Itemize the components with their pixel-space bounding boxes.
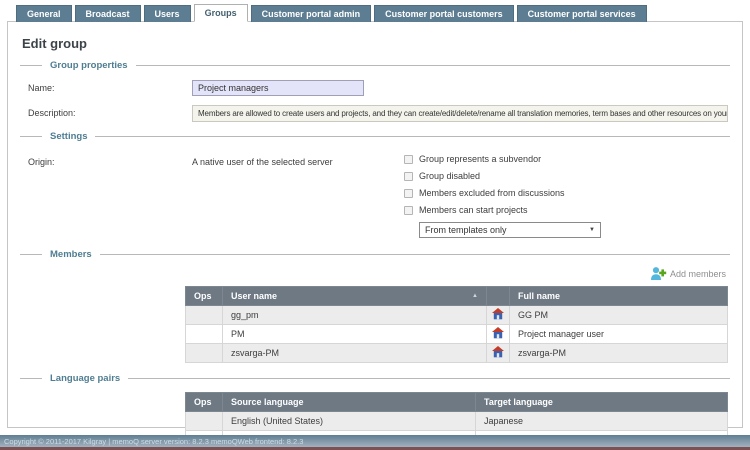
name-row: Name: — [28, 80, 730, 96]
tab-users[interactable]: Users — [144, 5, 191, 22]
checkbox-row-subvendor: Group represents a subvendor — [404, 154, 730, 164]
name-label: Name: — [28, 80, 192, 93]
full-name-cell: zsvarga-PM — [510, 344, 728, 363]
user-name-header-label: User name — [231, 291, 277, 301]
ops-header: Ops — [186, 393, 223, 412]
group-name-input[interactable] — [192, 80, 364, 96]
start-projects-select[interactable]: From templates only ▼ — [419, 222, 601, 238]
checkbox-label: Group disabled — [419, 171, 480, 181]
full-name-header[interactable]: Full name — [510, 287, 728, 306]
edit-group-panel: Edit group Group properties Name: Descri… — [7, 21, 743, 428]
language-pair-row[interactable]: English (United States) Japanese — [186, 412, 728, 431]
members-excluded-checkbox[interactable] — [404, 189, 413, 198]
section-language-pairs: Language pairs — [20, 373, 730, 384]
member-row[interactable]: gg_pm GG PM — [186, 306, 728, 325]
members-table-wrap: Ops User name ▲ Full name gg_pm — [185, 286, 728, 363]
ops-header: Ops — [186, 287, 223, 306]
section-settings: Settings — [20, 131, 730, 142]
description-label: Description: — [28, 105, 192, 118]
section-divider — [20, 136, 42, 137]
tab-customer-portal-admin[interactable]: Customer portal admin — [251, 5, 372, 22]
section-divider — [20, 254, 42, 255]
ops-cell — [186, 344, 223, 363]
section-group-properties: Group properties — [20, 60, 730, 71]
source-language-cell: English (United States) — [223, 412, 476, 431]
section-members: Members — [20, 249, 730, 260]
user-name-cell: gg_pm — [223, 306, 487, 325]
checkbox-label: Members excluded from discussions — [419, 188, 565, 198]
user-name-cell: PM — [223, 325, 487, 344]
tab-customer-portal-services[interactable]: Customer portal services — [517, 5, 647, 22]
section-divider — [20, 65, 42, 66]
member-row[interactable]: PM Project manager user — [186, 325, 728, 344]
checkbox-label: Group represents a subvendor — [419, 154, 541, 164]
member-row[interactable]: zsvarga-PM zsvarga-PM — [186, 344, 728, 363]
checkbox-row-discussions: Members excluded from discussions — [404, 188, 730, 198]
group-disabled-checkbox[interactable] — [404, 172, 413, 181]
origin-value: A native user of the selected server — [192, 154, 404, 167]
tab-general[interactable]: General — [16, 5, 72, 22]
members-table: Ops User name ▲ Full name gg_pm — [185, 286, 728, 363]
add-members-button[interactable]: Add members — [650, 266, 726, 281]
section-divider — [20, 378, 42, 379]
origin-label: Origin: — [28, 154, 192, 167]
group-description-input[interactable]: Members are allowed to create users and … — [192, 105, 728, 122]
ops-cell — [186, 306, 223, 325]
section-divider — [100, 254, 730, 255]
checkbox-row-start-projects: Members can start projects — [404, 205, 730, 215]
sort-ascending-icon: ▲ — [472, 293, 478, 299]
footer-bar: Copyright © 2011-2017 Kilgray | memoQ se… — [0, 435, 750, 450]
user-name-header[interactable]: User name ▲ — [223, 287, 487, 306]
footer-copyright-text: Copyright © 2011-2017 Kilgray | memoQ se… — [4, 437, 303, 446]
target-language-cell: Japanese — [476, 412, 728, 431]
user-type-cell — [487, 344, 510, 363]
user-type-header — [487, 287, 510, 306]
checkbox-row-disabled: Group disabled — [404, 171, 730, 181]
section-label: Language pairs — [50, 373, 120, 384]
native-user-home-icon — [492, 327, 504, 339]
tab-customer-portal-customers[interactable]: Customer portal customers — [374, 5, 514, 22]
ops-cell — [186, 325, 223, 344]
native-user-home-icon — [492, 308, 504, 320]
user-type-cell — [487, 325, 510, 344]
section-label: Settings — [50, 131, 87, 142]
add-members-label: Add members — [670, 269, 726, 279]
add-person-icon — [650, 266, 667, 281]
user-type-cell — [487, 306, 510, 325]
tab-bar: GeneralBroadcastUsersGroupsCustomer port… — [16, 4, 650, 22]
settings-row: Origin: A native user of the selected se… — [28, 154, 730, 240]
section-label: Group properties — [50, 60, 128, 71]
native-user-home-icon — [492, 346, 504, 358]
user-name-cell: zsvarga-PM — [223, 344, 487, 363]
language-pairs-header-row: Ops Source language Target language — [186, 393, 728, 412]
add-members-row: Add members — [20, 266, 726, 281]
checkbox-label: Members can start projects — [419, 205, 528, 215]
settings-checkbox-stack: Group represents a subvendor Group disab… — [404, 154, 730, 240]
group-subvendor-checkbox[interactable] — [404, 155, 413, 164]
tab-broadcast[interactable]: Broadcast — [75, 5, 141, 22]
description-row: Description: Members are allowed to crea… — [28, 105, 730, 122]
full-name-cell: GG PM — [510, 306, 728, 325]
target-language-header[interactable]: Target language — [476, 393, 728, 412]
section-divider — [136, 65, 730, 66]
section-divider — [128, 378, 730, 379]
source-language-header[interactable]: Source language — [223, 393, 476, 412]
page-title: Edit group — [22, 36, 730, 51]
chevron-down-icon: ▼ — [589, 227, 595, 233]
section-divider — [95, 136, 730, 137]
members-header-row: Ops User name ▲ Full name — [186, 287, 728, 306]
members-start-projects-checkbox[interactable] — [404, 206, 413, 215]
ops-cell — [186, 412, 223, 431]
full-name-cell: Project manager user — [510, 325, 728, 344]
section-label: Members — [50, 249, 92, 260]
select-value: From templates only — [425, 225, 507, 235]
tab-groups[interactable]: Groups — [194, 4, 248, 22]
